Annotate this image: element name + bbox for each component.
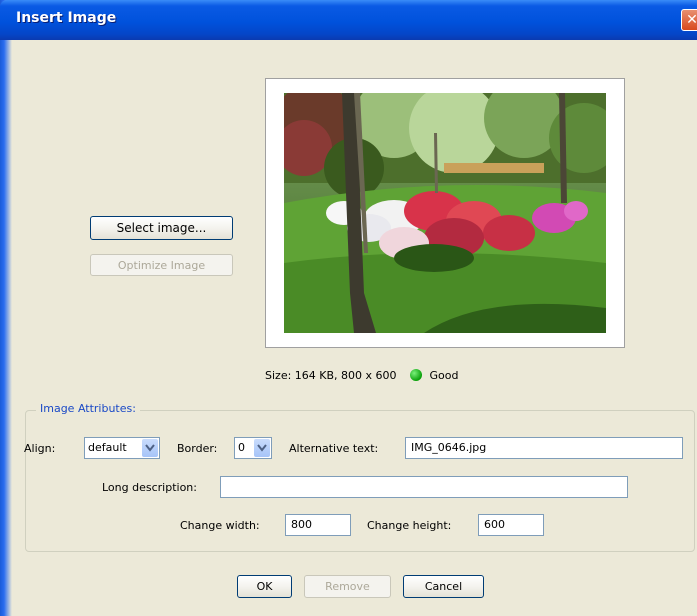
border-value: 0 bbox=[238, 441, 245, 454]
border-select[interactable]: 0 bbox=[234, 437, 272, 459]
ok-button[interactable]: OK bbox=[237, 575, 292, 598]
garden-photo bbox=[284, 93, 606, 333]
image-attributes-legend: Image Attributes: bbox=[36, 402, 140, 415]
chevron-down-icon[interactable] bbox=[142, 439, 158, 457]
image-preview bbox=[284, 93, 606, 333]
align-select[interactable]: default bbox=[84, 437, 160, 459]
insert-image-dialog: Insert Image ✕ Select image... Optimize … bbox=[0, 0, 697, 616]
remove-button[interactable]: Remove bbox=[304, 575, 391, 598]
long-description-label: Long description: bbox=[102, 481, 197, 494]
status-text: Good bbox=[429, 369, 459, 382]
change-height-input[interactable]: 600 bbox=[478, 514, 544, 536]
cancel-button[interactable]: Cancel bbox=[403, 575, 484, 598]
image-info: Size: 164 KB, 800 x 600 Good bbox=[265, 369, 625, 382]
dialog-title: Insert Image bbox=[16, 10, 117, 26]
align-label: Align: bbox=[24, 442, 56, 455]
change-width-input[interactable]: 800 bbox=[285, 514, 351, 536]
alt-text-label: Alternative text: bbox=[289, 442, 379, 455]
long-description-input[interactable] bbox=[220, 476, 628, 498]
alt-text-input[interactable]: IMG_0646.jpg bbox=[405, 437, 683, 459]
change-height-label: Change height: bbox=[367, 519, 452, 532]
dialog-body: Select image... Optimize Image Size: 164… bbox=[12, 40, 697, 616]
title-bar[interactable]: Insert Image ✕ bbox=[0, 0, 697, 40]
status-dot-icon bbox=[410, 369, 423, 381]
chevron-down-icon[interactable] bbox=[254, 439, 270, 457]
border-label: Border: bbox=[177, 442, 218, 455]
select-image-button[interactable]: Select image... bbox=[90, 216, 233, 240]
change-width-label: Change width: bbox=[180, 519, 260, 532]
close-icon: ✕ bbox=[686, 12, 697, 28]
image-preview-frame bbox=[265, 78, 625, 348]
optimize-image-button[interactable]: Optimize Image bbox=[90, 254, 233, 276]
close-button[interactable]: ✕ bbox=[681, 9, 697, 31]
align-value: default bbox=[88, 441, 127, 454]
size-text: Size: 164 KB, 800 x 600 bbox=[265, 369, 397, 382]
